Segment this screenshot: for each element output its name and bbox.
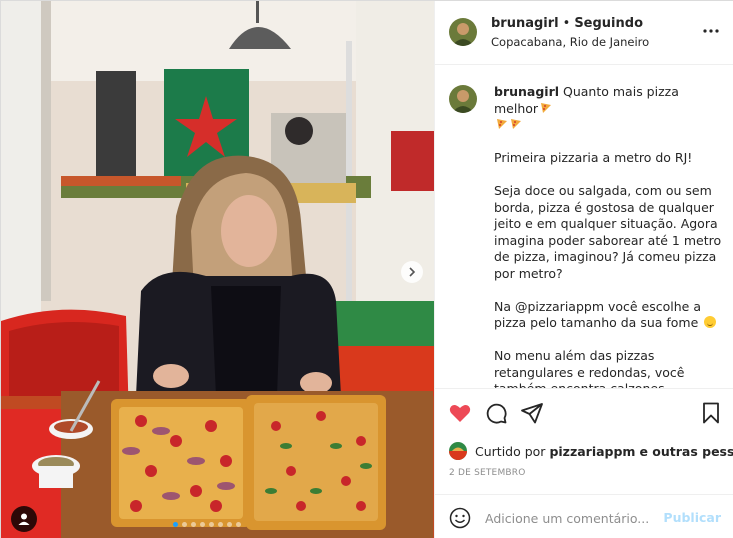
likes-others-link[interactable]: e outras pessoas bbox=[639, 444, 733, 459]
more-options-icon bbox=[703, 29, 719, 33]
like-button[interactable] bbox=[448, 401, 472, 425]
location-link[interactable]: Copacabana, Rio de Janeiro bbox=[491, 35, 649, 49]
pizza-emoji-icon bbox=[497, 119, 507, 129]
carousel-dot bbox=[173, 522, 178, 527]
caption-paragraph: No menu além das pizzas retangulares e r… bbox=[494, 348, 685, 389]
save-button[interactable] bbox=[699, 401, 723, 425]
post-caption: brunagirl Quanto mais pizza melhor Prime… bbox=[494, 84, 726, 389]
caption-section: brunagirl Quanto mais pizza melhor Prime… bbox=[435, 65, 733, 389]
more-options-button[interactable] bbox=[701, 23, 721, 39]
post-header: brunagirl • Seguindo Copacabana, Rio de Ja… bbox=[435, 1, 733, 65]
action-bar bbox=[435, 401, 733, 431]
carousel-dot bbox=[236, 522, 241, 527]
carousel-dot bbox=[200, 522, 205, 527]
avatar-image bbox=[449, 85, 477, 113]
post-date[interactable]: 2 DE SETEMBRO bbox=[449, 468, 526, 478]
liker-avatar-image bbox=[449, 442, 467, 460]
caption-paragraph: Primeira pizzaria a metro do RJ! bbox=[494, 150, 693, 165]
post-dialog: brunagirl • Seguindo Copacabana, Rio de Ja… bbox=[0, 0, 733, 538]
liker-avatar[interactable] bbox=[449, 442, 467, 460]
caption-paragraph-mention: Na @pizzariappm você escolhe a pizza pel… bbox=[494, 299, 726, 332]
header-separator: • bbox=[562, 16, 571, 31]
likes-prefix: Curtido por bbox=[475, 443, 546, 459]
carousel-dot bbox=[191, 522, 196, 527]
smile-emoji-icon bbox=[704, 316, 717, 328]
carousel-dot bbox=[209, 522, 214, 527]
publish-button[interactable]: Publicar bbox=[663, 510, 721, 525]
avatar-image bbox=[449, 18, 477, 46]
post-photo bbox=[1, 1, 434, 538]
caption-paragraph: Na @pizzariappm você escolhe a pizza pel… bbox=[494, 298, 701, 331]
post-media[interactable] bbox=[1, 1, 434, 538]
heart-icon bbox=[449, 405, 471, 422]
share-icon bbox=[521, 403, 543, 424]
share-button[interactable] bbox=[520, 401, 544, 425]
following-button[interactable]: Seguindo bbox=[574, 16, 643, 31]
comment-icon bbox=[486, 403, 507, 424]
likes-summary: Curtido por pizzariappm e outras pessoas bbox=[449, 441, 733, 461]
pizza-emoji-icon bbox=[541, 102, 552, 113]
bookmark-icon bbox=[703, 402, 719, 424]
carousel-dot bbox=[182, 522, 187, 527]
avatar[interactable] bbox=[449, 85, 477, 113]
user-tags-button[interactable] bbox=[11, 506, 37, 532]
comment-input[interactable] bbox=[485, 508, 665, 528]
add-comment-form: Publicar bbox=[435, 494, 733, 538]
comment-button[interactable] bbox=[484, 401, 508, 425]
avatar[interactable] bbox=[449, 18, 477, 46]
post-details-panel: brunagirl • Seguindo Copacabana, Rio de Ja… bbox=[434, 1, 733, 538]
emoji-icon bbox=[449, 507, 471, 529]
user-tag-icon bbox=[18, 513, 30, 525]
carousel-next-button[interactable] bbox=[401, 261, 423, 283]
caption-username[interactable]: brunagirl bbox=[494, 84, 559, 99]
liker-username[interactable]: pizzariappm bbox=[549, 444, 635, 459]
carousel-dot bbox=[227, 522, 232, 527]
caption-paragraph: Seja doce ou salgada, com ou sem borda, … bbox=[494, 183, 722, 281]
header-username[interactable]: brunagirl bbox=[491, 16, 559, 31]
header-title-line: brunagirl • Seguindo bbox=[491, 16, 643, 31]
emoji-picker-button[interactable] bbox=[449, 507, 471, 529]
carousel-dot bbox=[218, 522, 223, 527]
carousel-indicator bbox=[173, 522, 241, 527]
chevron-right-icon bbox=[409, 267, 416, 277]
caption-first-line: brunagirl Quanto mais pizza melhor bbox=[494, 84, 726, 134]
pizza-emoji-icon bbox=[511, 119, 521, 129]
